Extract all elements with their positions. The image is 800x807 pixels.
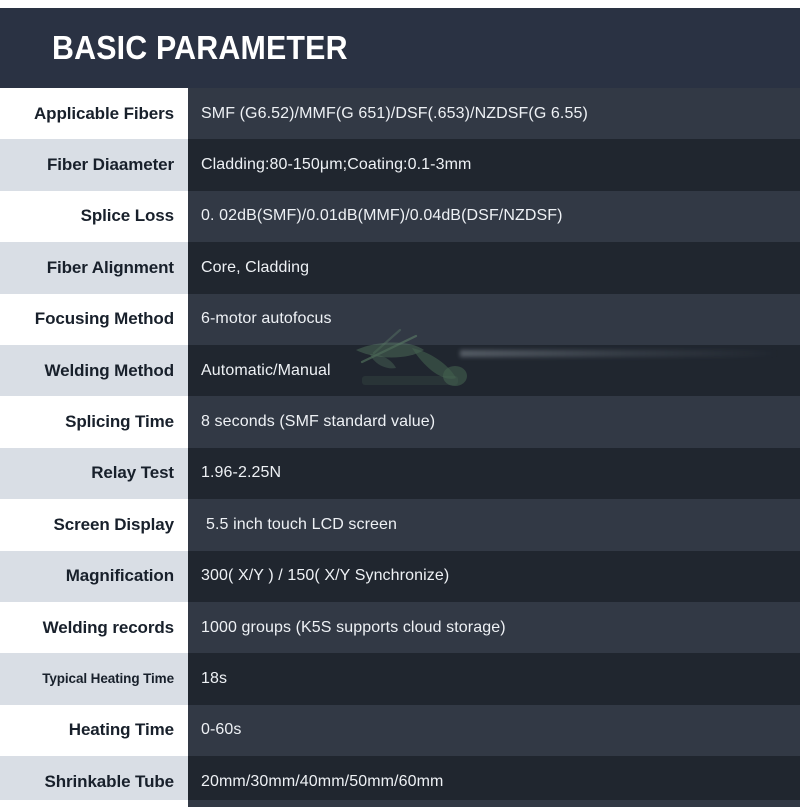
table-row: Relay Test 1.96-2.25N (0, 447, 800, 500)
footer-strip-left (0, 800, 188, 807)
row-value: Cladding:80-150μm;Coating:0.1-3mm (188, 139, 800, 191)
table-row: Fiber Diaameter Cladding:80-150μm;Coatin… (0, 139, 800, 191)
row-label: Heating Time (0, 704, 188, 757)
row-label: Relay Test (0, 447, 188, 500)
table-row: Focusing Method 6-motor autofocus (0, 293, 800, 345)
table-row: Magnification 300( X/Y ) / 150( X/Y Sync… (0, 550, 800, 602)
row-value: 8 seconds (SMF standard value) (188, 396, 800, 448)
table-row: Welding Method Automatic/Manual (0, 344, 800, 397)
row-label: Focusing Method (0, 293, 188, 345)
row-value: Automatic/Manual (188, 344, 800, 397)
row-label: Fiber Alignment (0, 242, 188, 294)
specification-table-body: Applicable Fibers SMF (G6.52)/MMF(G 651)… (0, 88, 800, 807)
row-label: Fiber Diaameter (0, 139, 188, 191)
table-row: Splice Loss 0. 02dB(SMF)/0.01dB(MMF)/0.0… (0, 190, 800, 243)
row-value: 1000 groups (K5S supports cloud storage) (188, 601, 800, 654)
page-title: BASIC PARAMETER (52, 29, 348, 66)
row-value: 1.96-2.25N (188, 447, 800, 500)
row-label: Applicable Fibers (0, 88, 188, 140)
table-row: Splicing Time 8 seconds (SMF standard va… (0, 396, 800, 448)
row-value: 300( X/Y ) / 150( X/Y Synchronize) (188, 550, 800, 602)
row-value: 18s (188, 653, 800, 705)
table-row: Screen Display 5.5 inch touch LCD screen (0, 499, 800, 551)
table-row: Heating Time 0-60s (0, 704, 800, 757)
row-label: Welding Method (0, 344, 188, 397)
page-header-banner: BASIC PARAMETER (0, 8, 800, 88)
table-row: Applicable Fibers SMF (G6.52)/MMF(G 651)… (0, 88, 800, 140)
row-value: Core, Cladding (188, 242, 800, 294)
row-label: Splicing Time (0, 396, 188, 448)
table-row: Typical Heating Time 18s (0, 653, 800, 705)
row-value: 0. 02dB(SMF)/0.01dB(MMF)/0.04dB(DSF/NZDS… (188, 190, 800, 243)
row-label: Magnification (0, 550, 188, 602)
row-value: 0-60s (188, 704, 800, 757)
table-row: Fiber Alignment Core, Cladding (0, 242, 800, 294)
row-value: 5.5 inch touch LCD screen (188, 499, 800, 551)
row-value: 6-motor autofocus (188, 293, 800, 345)
basic-parameter-page: BASIC PARAMETER Applicable Fibers SMF (G… (0, 0, 800, 807)
row-label: Welding records (0, 601, 188, 654)
table-row: Welding records 1000 groups (K5S support… (0, 601, 800, 654)
row-value: SMF (G6.52)/MMF(G 651)/DSF(.653)/NZDSF(G… (188, 88, 800, 140)
row-label: Screen Display (0, 499, 188, 551)
row-label: Splice Loss (0, 190, 188, 243)
specification-table: Applicable Fibers SMF (G6.52)/MMF(G 651)… (0, 88, 800, 807)
row-label: Typical Heating Time (0, 653, 188, 705)
footer-strip-right (188, 800, 800, 807)
